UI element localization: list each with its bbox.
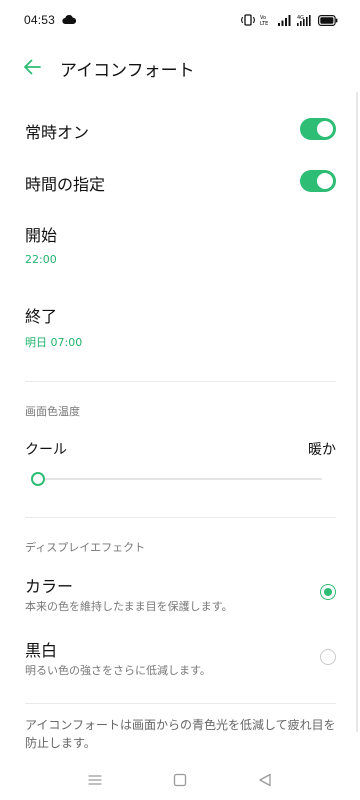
- home-icon: [173, 773, 187, 787]
- divider: [25, 517, 336, 518]
- toggle-knob: [317, 121, 333, 137]
- navigation-bar: [0, 760, 360, 800]
- radio-button-unselected[interactable]: [320, 649, 336, 665]
- option-description: 本来の色を維持したまま目を保護します。: [25, 600, 233, 613]
- warm-label: 暖か: [308, 442, 336, 458]
- back-button[interactable]: [18, 53, 46, 81]
- radio-button-selected[interactable]: [320, 584, 336, 600]
- status-bar: 04:53 Vo LTE 4G: [0, 0, 360, 40]
- 4g-signal-icon: 4G: [297, 15, 311, 26]
- toggle-knob: [317, 173, 333, 189]
- app-bar: アイコンフォート: [0, 44, 360, 90]
- end-label: 終了: [25, 307, 58, 326]
- cool-label: クール: [25, 442, 67, 458]
- vibrate-icon: [241, 14, 255, 26]
- always-on-label: 常時オン: [25, 123, 90, 142]
- option-label: 黒白: [25, 641, 58, 660]
- start-value: 22:00: [25, 253, 57, 266]
- home-button[interactable]: [168, 768, 192, 792]
- back-nav-button[interactable]: [253, 768, 277, 792]
- display-effect-header: ディスプレイエフェクト: [25, 541, 146, 554]
- always-on-toggle[interactable]: [300, 118, 336, 140]
- status-time: 04:53: [24, 13, 56, 27]
- back-icon: [259, 773, 271, 787]
- color-temperature-header: 画面色温度: [25, 405, 80, 418]
- battery-icon: [318, 14, 338, 26]
- option-description: 明るい色の強さをさらに低減します。: [25, 664, 211, 677]
- schedule-label: 時間の指定: [25, 175, 106, 194]
- signal-icon: [278, 15, 291, 26]
- slider-thumb[interactable]: [31, 472, 45, 486]
- divider: [25, 703, 336, 704]
- menu-icon: [88, 775, 102, 785]
- volte-icon: Vo LTE: [260, 15, 268, 26]
- divider: [25, 381, 336, 382]
- end-value: 明日 07:00: [25, 336, 83, 349]
- option-label: カラー: [25, 577, 74, 596]
- color-temperature-slider[interactable]: [38, 478, 322, 480]
- menu-button[interactable]: [83, 768, 107, 792]
- page-title: アイコンフォート: [60, 61, 195, 81]
- status-icons: Vo LTE 4G: [241, 13, 338, 27]
- back-arrow-icon: [24, 59, 41, 75]
- footer-note: アイコンフォートは画面からの青色光を低減して疲れ目を防止します。: [25, 718, 336, 750]
- start-label: 開始: [25, 226, 58, 245]
- cloud-icon: [62, 15, 76, 24]
- radio-dot: [323, 587, 332, 596]
- svg-text:LTE: LTE: [260, 21, 268, 26]
- schedule-toggle[interactable]: [300, 170, 336, 192]
- scroll-indicator: [356, 92, 358, 732]
